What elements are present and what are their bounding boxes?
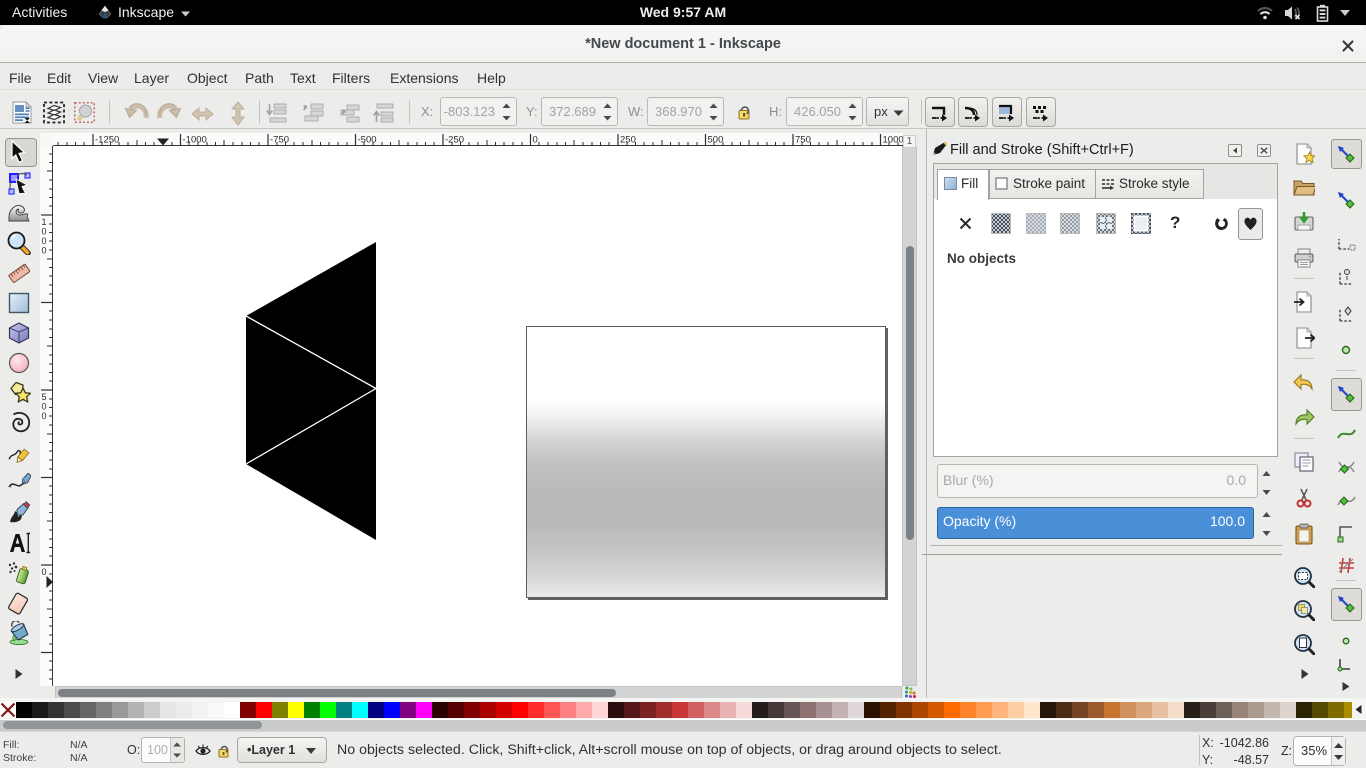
svg-text:5: 5 <box>42 392 47 402</box>
svg-text:-1000: -1000 <box>183 135 207 146</box>
svg-text:1: 1 <box>42 217 47 227</box>
svg-text:-500: -500 <box>358 135 377 146</box>
svg-text:0: 0 <box>42 236 47 246</box>
svg-text:-750: -750 <box>270 135 289 146</box>
svg-text:0: 0 <box>42 567 47 577</box>
svg-text:500: 500 <box>708 135 724 146</box>
svg-text:0: 0 <box>533 135 538 146</box>
svg-text:0: 0 <box>42 227 47 237</box>
svg-text:0: 0 <box>42 411 47 421</box>
svg-text:250: 250 <box>620 135 636 146</box>
svg-text:750: 750 <box>795 135 811 146</box>
svg-text:0: 0 <box>42 402 47 412</box>
svg-text:1000: 1000 <box>883 135 904 146</box>
svg-text:-250: -250 <box>445 135 464 146</box>
svg-text:-1250: -1250 <box>95 135 119 146</box>
svg-text:0: 0 <box>42 246 47 256</box>
